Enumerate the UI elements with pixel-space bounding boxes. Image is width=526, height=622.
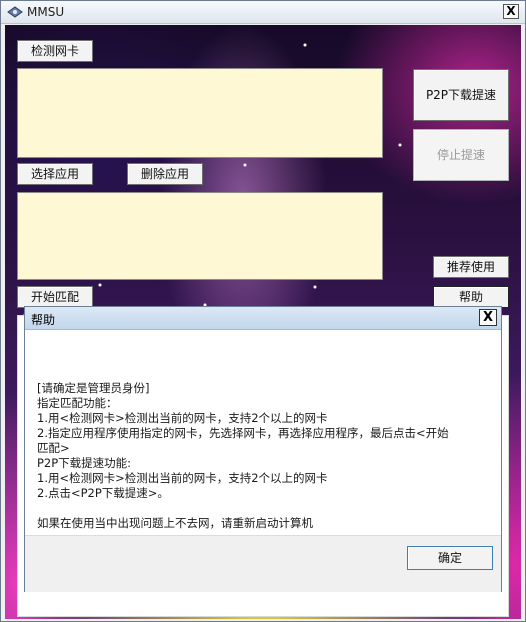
help-dialog-footer: 确定 — [25, 535, 501, 592]
help-line: 2.指定应用程序使用指定的网卡，先选择网卡，再选择应用程序，最后点击<开始 — [37, 426, 449, 440]
help-line: [请确定是管理员身份] — [37, 381, 150, 395]
p2p-accelerate-button[interactable]: P2P下载提速 — [413, 69, 509, 121]
help-dialog-title-bar[interactable]: 帮助 X — [25, 307, 501, 330]
ok-button[interactable]: 确定 — [407, 546, 493, 570]
select-app-button[interactable]: 选择应用 — [17, 163, 93, 185]
start-match-button[interactable]: 开始匹配 — [17, 286, 93, 308]
help-button[interactable]: 帮助 — [433, 286, 509, 308]
help-line: 1.用<检测网卡>检测出当前的网卡，支持2个以上的网卡 — [37, 471, 328, 485]
network-adapter-icon — [7, 6, 23, 18]
close-icon: X — [506, 4, 516, 18]
detect-nic-button[interactable]: 检测网卡 — [17, 40, 93, 62]
help-line: P2P下载提速功能: — [37, 456, 132, 470]
help-dialog: 帮助 X [请确定是管理员身份] 指定匹配功能： 1.用<检测网卡>检测出当前的… — [24, 306, 502, 592]
help-line: 指定匹配功能： — [37, 396, 118, 410]
help-line: 匹配> — [37, 441, 70, 455]
help-dialog-close-button[interactable]: X — [479, 309, 497, 326]
help-dialog-title: 帮助 — [31, 313, 56, 327]
help-line: 1.用<检测网卡>检测出当前的网卡，支持2个以上的网卡 — [37, 411, 328, 425]
stop-accelerate-button[interactable]: 停止提速 — [413, 129, 509, 181]
title-bar[interactable]: MMSU X — [1, 1, 525, 24]
nic-list-box[interactable] — [17, 68, 383, 158]
help-line: 如果在使用当中出现问题上不去网，请重新启动计算机 — [37, 516, 313, 530]
close-icon: X — [482, 310, 494, 325]
close-window-button[interactable]: X — [503, 4, 519, 19]
app-list-box[interactable] — [17, 192, 383, 280]
delete-app-button[interactable]: 删除应用 — [127, 163, 203, 185]
window-title: MMSU — [27, 5, 65, 19]
help-text-area: [请确定是管理员身份] 指定匹配功能： 1.用<检测网卡>检测出当前的网卡，支持… — [25, 330, 501, 535]
help-line: 2.点击<P2P下载提速>。 — [37, 486, 169, 500]
recommend-button[interactable]: 推荐使用 — [433, 256, 509, 278]
